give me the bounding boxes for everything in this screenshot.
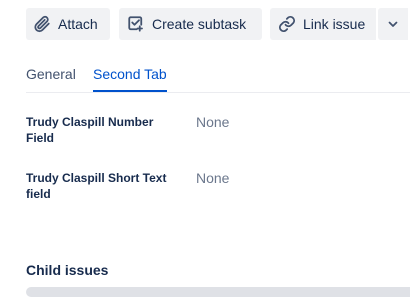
issue-action-toolbar: Attach Create subtask Link issue — [26, 8, 408, 40]
field-value[interactable]: None — [196, 170, 229, 186]
create-subtask-button[interactable]: Create subtask — [119, 8, 262, 40]
tab-list: General Second Tab — [26, 66, 410, 93]
create-subtask-label: Create subtask — [152, 16, 247, 32]
link-issue-button[interactable]: Link issue — [270, 8, 376, 40]
link-issue-split-button: Link issue — [270, 8, 408, 40]
more-actions-button[interactable] — [378, 8, 408, 40]
field-label: Trudy Claspill Number Field — [26, 115, 154, 145]
attach-button[interactable]: Attach — [26, 8, 110, 40]
link-icon — [277, 14, 297, 34]
child-issues-heading: Child issues — [26, 262, 109, 278]
field-value[interactable]: None — [196, 114, 229, 130]
field-label: Trudy Claspill Short Text field — [26, 171, 167, 201]
tab-second-tab[interactable]: Second Tab — [93, 66, 167, 92]
tab-general[interactable]: General — [26, 66, 76, 92]
subtask-icon — [126, 14, 146, 34]
link-issue-label: Link issue — [303, 16, 366, 32]
paperclip-icon — [32, 14, 52, 34]
attach-label: Attach — [58, 16, 98, 32]
chevron-down-icon — [387, 18, 399, 30]
child-issues-progress-bar — [26, 287, 410, 297]
